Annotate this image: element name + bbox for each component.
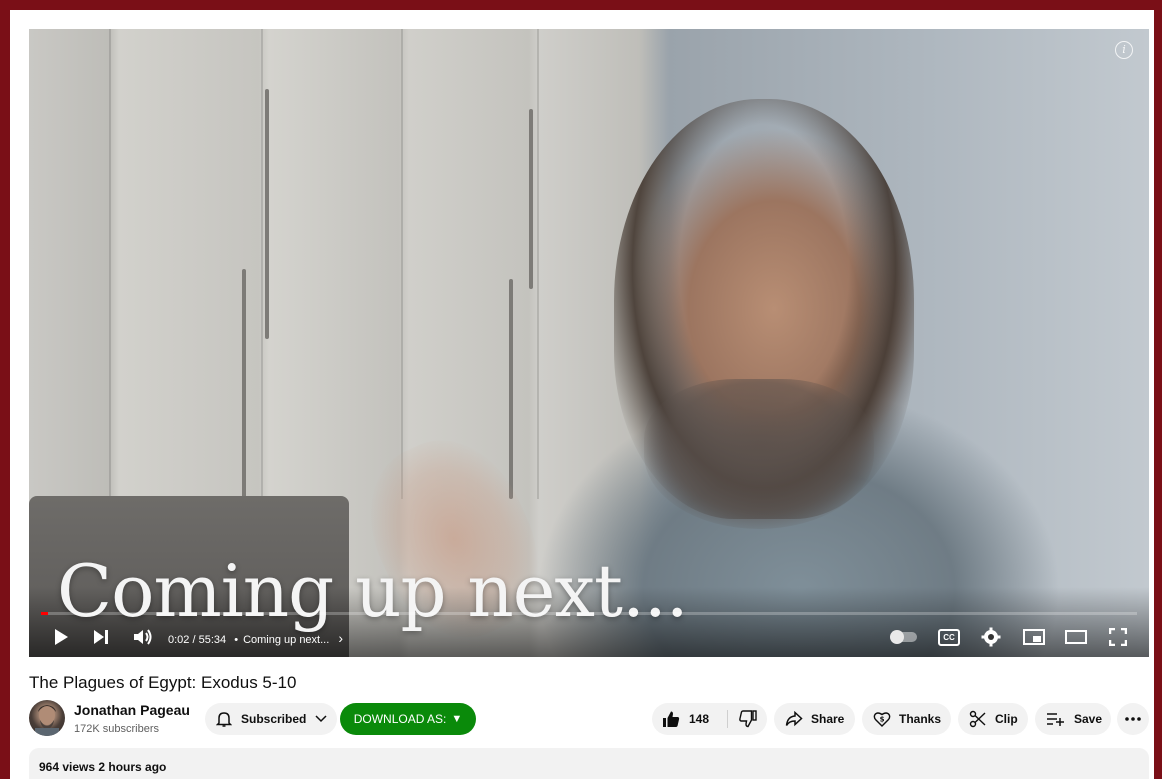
time-display: 0:02 / 55:34 • Coming up next... ›: [168, 630, 343, 646]
captions-icon[interactable]: CC: [935, 625, 963, 649]
description-box[interactable]: 964 views 2 hours ago: [29, 748, 1149, 779]
wardrobe-edge: [261, 29, 263, 499]
progress-played: [41, 612, 48, 615]
thanks-icon: $: [873, 710, 891, 728]
thumbs-down-icon: [738, 710, 757, 728]
video-title: The Plagues of Egypt: Exodus 5-10: [29, 673, 297, 692]
fullscreen-icon[interactable]: [1105, 625, 1131, 649]
thumbs-up-icon: [662, 710, 680, 728]
like-button[interactable]: 148: [652, 703, 727, 735]
wardrobe-edge: [109, 29, 111, 499]
info-icon[interactable]: i: [1115, 41, 1133, 59]
chapter-overlay-text: Coming up next...: [57, 549, 689, 633]
save-label: Save: [1074, 712, 1103, 726]
progress-bar[interactable]: [41, 612, 1137, 615]
youtube-watch-page: i Coming up next... 0:02 / 55:34 • Coming…: [10, 10, 1154, 779]
share-button[interactable]: Share: [774, 703, 855, 735]
thanks-label: Thanks: [899, 712, 942, 726]
caret-down-icon: ▼: [451, 713, 463, 725]
miniplayer-icon[interactable]: [1021, 625, 1047, 649]
view-count-date: 964 views 2 hours ago: [39, 760, 167, 774]
play-icon[interactable]: [49, 625, 73, 649]
svg-text:$: $: [880, 716, 885, 724]
player-controls: 0:02 / 55:34 • Coming up next... › CC: [29, 625, 1149, 649]
playlist-add-icon: [1046, 712, 1066, 726]
autoplay-toggle[interactable]: [889, 625, 919, 649]
save-button[interactable]: Save: [1035, 703, 1111, 735]
volume-icon[interactable]: [131, 625, 155, 649]
more-icon[interactable]: [1117, 703, 1149, 735]
dislike-button[interactable]: [728, 703, 767, 735]
subscribed-button[interactable]: Subscribed: [205, 703, 337, 735]
next-icon[interactable]: [89, 625, 113, 649]
video-player[interactable]: i Coming up next... 0:02 / 55:34 • Coming…: [29, 29, 1149, 657]
download-as-button[interactable]: DOWNLOAD AS: ▼: [340, 703, 476, 735]
chapter-dot: •: [234, 634, 239, 646]
bell-icon: [216, 710, 232, 728]
share-icon: [785, 711, 803, 727]
clip-label: Clip: [995, 712, 1018, 726]
speaker-beard: [644, 379, 874, 529]
wardrobe-handle: [265, 89, 269, 339]
like-dislike-group: 148: [652, 703, 767, 735]
scissors-icon: [969, 710, 987, 728]
theater-icon[interactable]: [1063, 625, 1089, 649]
wardrobe-handle: [529, 109, 533, 289]
thanks-button[interactable]: $ Thanks: [862, 703, 951, 735]
subscribed-label: Subscribed: [241, 712, 307, 726]
clip-button[interactable]: Clip: [958, 703, 1028, 735]
avatar[interactable]: [29, 700, 65, 736]
autoplay-track: [890, 630, 917, 644]
channel-name[interactable]: Jonathan Pageau: [74, 702, 190, 718]
time-current: 0:02: [168, 634, 190, 646]
download-label: DOWNLOAD AS:: [353, 712, 447, 726]
chapter-label[interactable]: Coming up next...: [243, 634, 329, 646]
time-total: 55:34: [198, 634, 227, 646]
wardrobe-edge: [401, 29, 403, 499]
share-label: Share: [811, 712, 845, 726]
wardrobe-edge: [537, 29, 539, 499]
time-separator: /: [192, 634, 196, 646]
chevron-right-icon[interactable]: ›: [338, 630, 343, 646]
wardrobe-handle: [242, 269, 246, 499]
subscriber-count: 172K subscribers: [74, 723, 159, 735]
like-count: 148: [689, 712, 710, 726]
settings-icon[interactable]: [979, 625, 1003, 649]
wardrobe-handle: [509, 279, 513, 499]
chevron-down-icon: [315, 715, 327, 723]
